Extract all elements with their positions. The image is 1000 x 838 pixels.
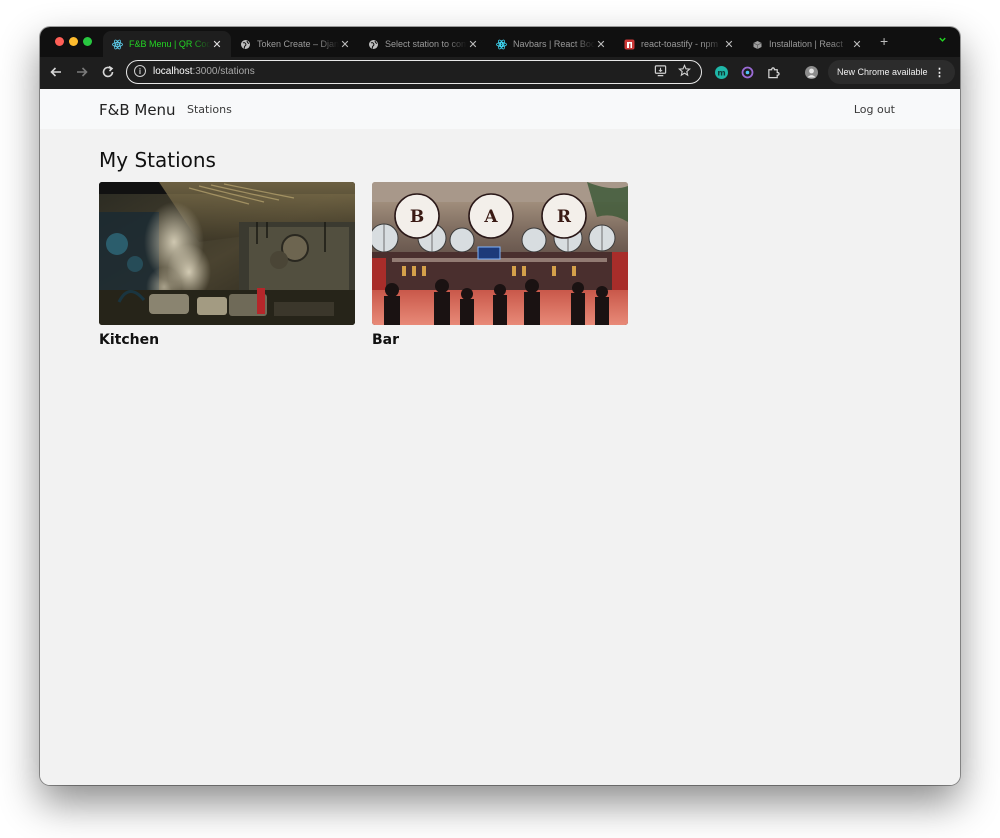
svg-text:m: m	[717, 69, 725, 78]
bar-sign-letter: B	[410, 207, 424, 227]
station-card-kitchen[interactable]: Kitchen	[99, 182, 355, 348]
extension-redux-icon[interactable]	[741, 66, 754, 79]
globe-icon	[368, 39, 379, 50]
logout-link[interactable]: Log out	[854, 103, 895, 116]
maximize-window-button[interactable]	[83, 37, 92, 46]
tab-title: Token Create – Django	[257, 39, 339, 49]
page-title: My Stations	[99, 148, 216, 172]
station-name: Bar	[372, 332, 400, 348]
tab-strip: F&B Menu | QR Code ✕ Token Create – Djan…	[40, 27, 960, 57]
url-path: :3000/stations	[192, 66, 255, 77]
npm-icon	[624, 39, 635, 50]
tab-select-station[interactable]: Select station to configure ✕	[359, 31, 487, 57]
nav-link-stations[interactable]: Stations	[187, 103, 232, 116]
close-tab-icon[interactable]: ✕	[467, 38, 479, 51]
close-window-button[interactable]	[55, 37, 64, 46]
tab-search-chevron-icon[interactable]	[938, 35, 947, 46]
react-icon	[112, 39, 123, 50]
browser-toolbar: i localhost:3000/stations m New Chrome a…	[40, 57, 960, 89]
back-arrow-icon[interactable]	[48, 65, 64, 81]
tab-installation[interactable]: Installation | React ✕	[743, 31, 871, 57]
new-tab-button[interactable]: +	[880, 33, 888, 49]
station-card-bar[interactable]: B A R Bar	[372, 182, 628, 348]
update-label: New Chrome available	[837, 67, 928, 77]
close-tab-icon[interactable]: ✕	[339, 38, 351, 51]
extension-m-icon[interactable]: m	[715, 66, 728, 79]
url-text: localhost:3000/stations	[153, 66, 255, 77]
address-bar[interactable]: i localhost:3000/stations	[126, 60, 702, 84]
tab-token-create[interactable]: Token Create – Django ✕	[231, 31, 359, 57]
tab-title: Installation | React	[769, 39, 843, 49]
browser-window: F&B Menu | QR Code ✕ Token Create – Djan…	[40, 27, 960, 785]
close-tab-icon[interactable]: ✕	[723, 38, 735, 51]
station-name: Kitchen	[99, 332, 160, 348]
web-page: F&B Menu Stations Log out My Stations Ki…	[40, 89, 960, 785]
profile-avatar-icon[interactable]	[805, 66, 818, 79]
tab-navbars[interactable]: B Navbars | React Bootstrap ✕	[487, 31, 615, 57]
close-tab-icon[interactable]: ✕	[595, 38, 607, 51]
svg-text:B: B	[500, 42, 504, 48]
kitchen-photo	[99, 182, 355, 325]
url-host: localhost	[153, 66, 193, 77]
extensions-puzzle-icon[interactable]	[767, 66, 780, 79]
install-app-icon[interactable]	[654, 64, 667, 80]
tab-title: Select station to configure	[385, 39, 467, 49]
forward-arrow-icon[interactable]	[74, 65, 90, 81]
docs-icon	[752, 39, 763, 50]
tab-title: react-toastify - npm	[641, 39, 719, 49]
site-navbar: F&B Menu Stations Log out	[40, 89, 960, 129]
minimize-window-button[interactable]	[69, 37, 78, 46]
bookmark-star-icon[interactable]	[678, 63, 691, 80]
tab-title: Navbars | React Bootstrap	[513, 39, 595, 49]
site-info-icon[interactable]: i	[134, 65, 146, 77]
react-bootstrap-icon: B	[496, 39, 507, 50]
bar-sign-letter: R	[557, 207, 572, 227]
tab-fb-menu[interactable]: F&B Menu | QR Code ✕	[103, 31, 231, 57]
new-chrome-available-button[interactable]: New Chrome available ⋮	[828, 60, 955, 84]
tab-react-toastify[interactable]: react-toastify - npm ✕	[615, 31, 743, 57]
brand-link[interactable]: F&B Menu	[99, 101, 176, 119]
bar-photo: B A R	[372, 182, 628, 325]
more-menu-icon[interactable]: ⋮	[934, 66, 945, 79]
close-tab-icon[interactable]: ✕	[211, 38, 223, 51]
tab-title: F&B Menu | QR Code	[129, 39, 211, 49]
globe-icon	[240, 39, 251, 50]
close-tab-icon[interactable]: ✕	[851, 38, 863, 51]
reload-icon[interactable]	[100, 65, 116, 81]
bar-sign-letter: A	[483, 207, 498, 227]
